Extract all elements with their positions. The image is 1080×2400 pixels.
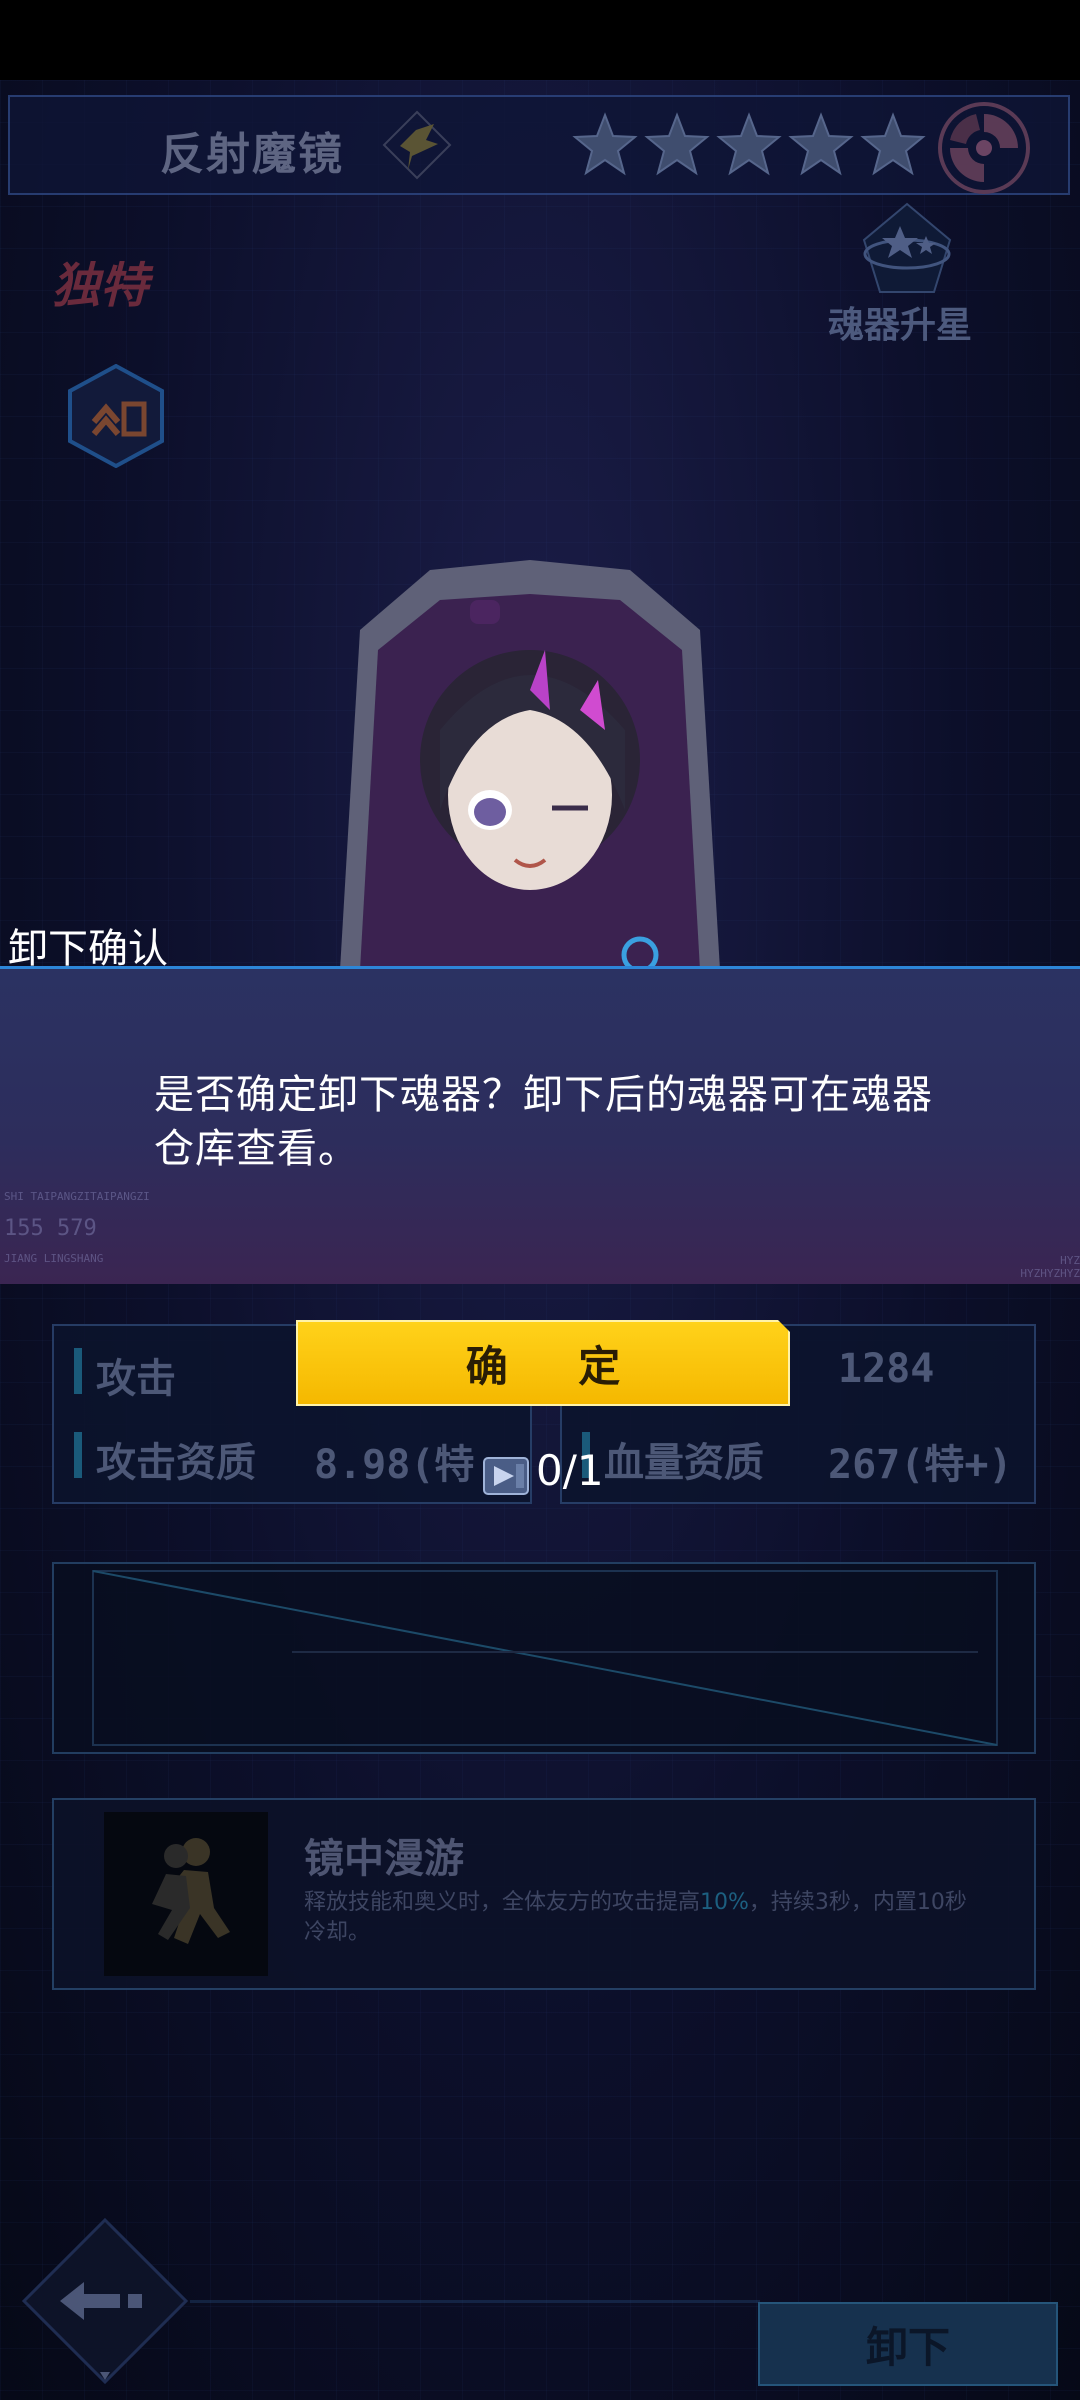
dialog-decor-code: 155 579 — [4, 1216, 97, 1241]
rarity-star-icon — [644, 112, 710, 176]
star-upgrade-icon[interactable] — [852, 200, 962, 300]
mirror-type-icon — [382, 110, 452, 180]
dialog-message: 是否确定卸下魂器？卸下后的魂器可在魂器仓库查看。 — [154, 1072, 933, 1172]
item-name: 反射魔镜 — [160, 129, 344, 180]
star-upgrade-label[interactable]: 魂器升星 — [828, 296, 972, 348]
skill-name: 镜中漫游 — [304, 1836, 464, 1882]
attack-quality-label: 攻击资质 — [96, 1440, 256, 1486]
confirm-button-label: 确 定 — [465, 1341, 649, 1391]
status-bar — [0, 0, 1080, 80]
cost-count: 0/1 — [536, 1446, 604, 1495]
skill-level-badge-icon[interactable] — [64, 364, 168, 468]
skill-description-highlight: 10% — [700, 1890, 749, 1915]
back-arrow-icon[interactable] — [20, 2216, 190, 2386]
running-figure-icon — [104, 1812, 268, 1976]
unique-badge: 独特 — [52, 258, 149, 314]
stat-marker — [74, 1348, 82, 1394]
rarity-star-icon — [716, 112, 782, 176]
stat-marker — [74, 1432, 82, 1478]
dialog-decor-text: SHI TAIPANGZITAIPANGZI — [4, 1190, 150, 1203]
ticket-icon — [483, 1457, 529, 1495]
bottom-divider — [190, 2300, 760, 2303]
unequip-button[interactable]: 卸下 — [758, 2302, 1058, 2386]
hp-value: 1284 — [838, 1346, 935, 1392]
empty-slot-placeholder — [92, 1570, 998, 1746]
hp-quality-value: 267(特+) — [828, 1442, 1013, 1488]
unequip-button-label: 卸下 — [865, 2322, 950, 2372]
dialog-decor-text: HYZ HYZHYZHYZ — [1020, 1254, 1080, 1280]
soul-orb-icon — [938, 102, 1030, 194]
dialog-decor-text: JIANG LINGSHANG — [4, 1252, 104, 1265]
skill-description-text: 释放技能和奥义时，全体友方的攻击提高 — [304, 1890, 701, 1915]
confirm-button[interactable]: 确 定 — [296, 1320, 790, 1406]
hp-quality-label: 血量资质 — [604, 1440, 764, 1486]
attack-quality-value: 8.98(特 — [314, 1442, 475, 1488]
rarity-star-icon — [572, 112, 638, 176]
rarity-star-icon — [788, 112, 854, 176]
attack-label: 攻击 — [96, 1356, 176, 1402]
rarity-stars — [572, 112, 926, 178]
character-portrait — [340, 560, 720, 970]
rarity-star-icon — [860, 112, 926, 176]
skill-description: 释放技能和奥义时，全体友方的攻击提高10%，持续3秒，内置10秒冷却。 — [304, 1888, 984, 1948]
